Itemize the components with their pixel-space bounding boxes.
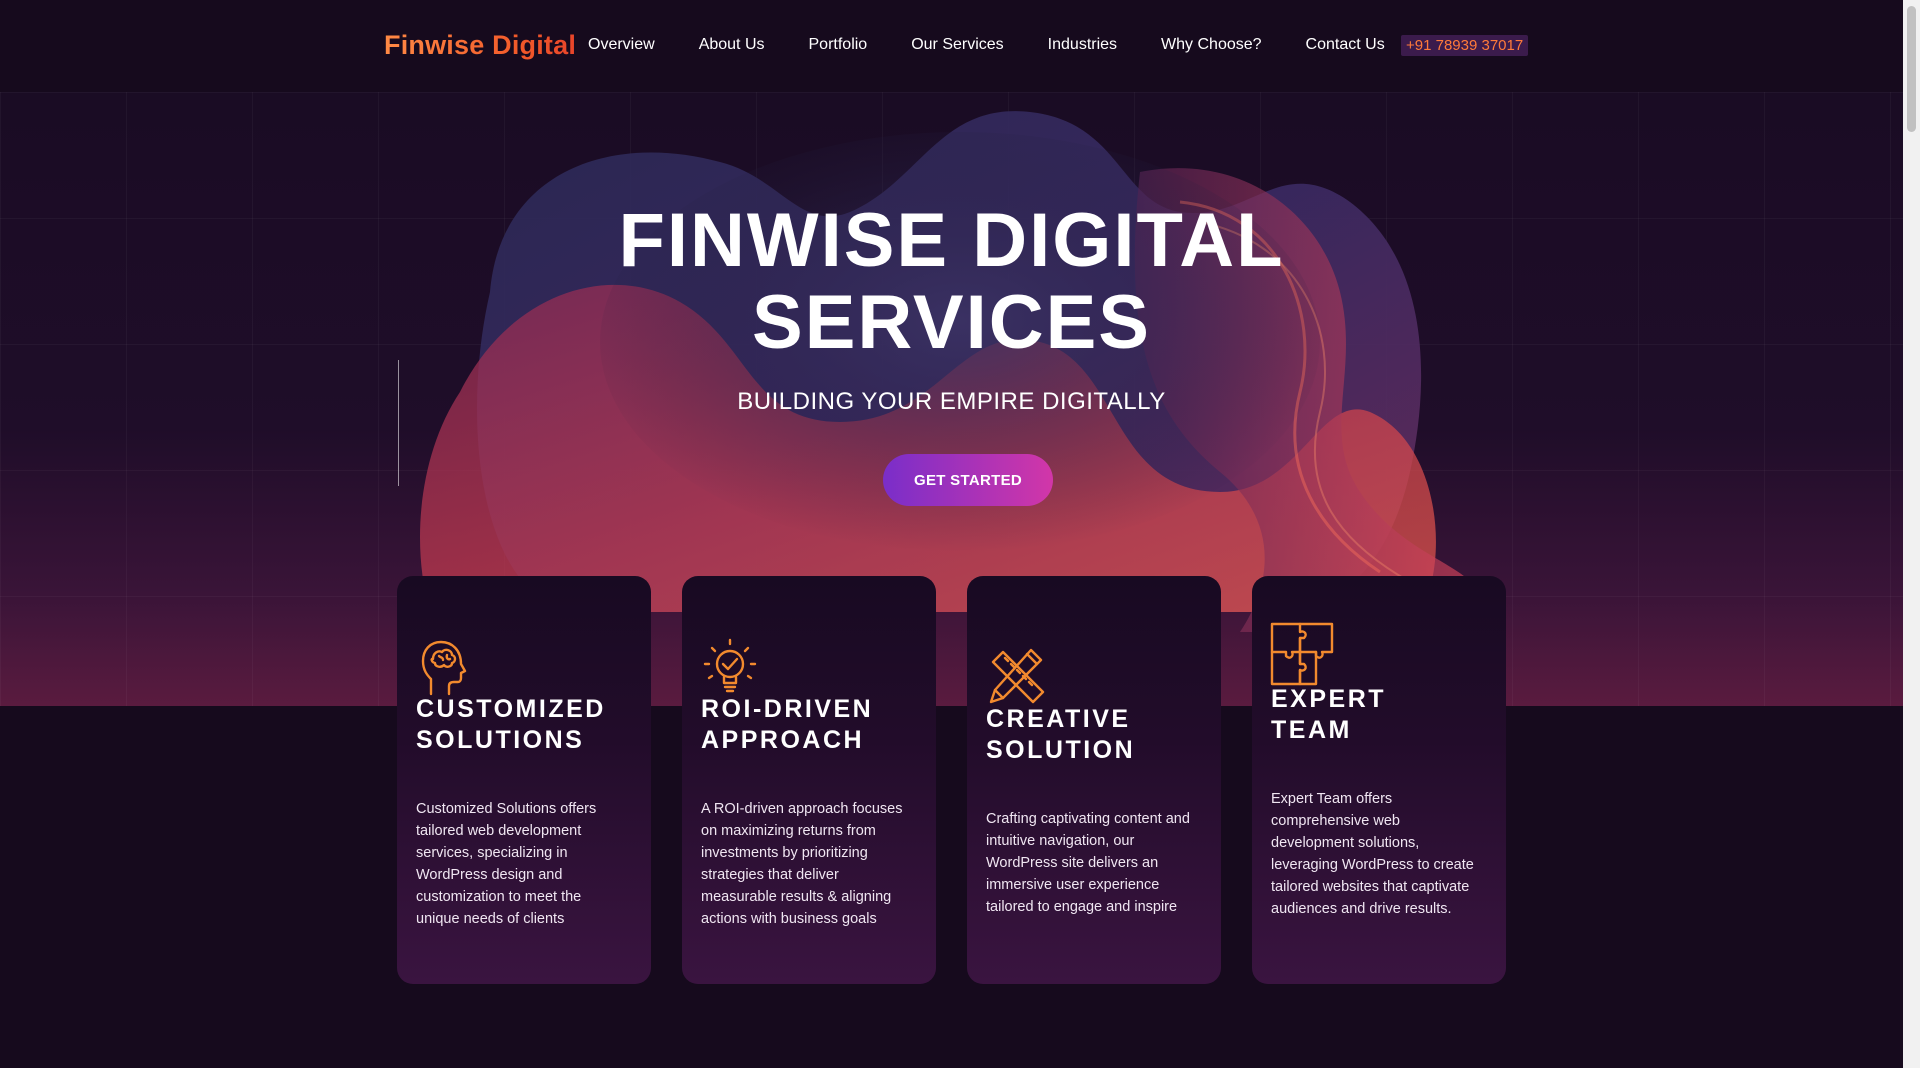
card-title: ROI-DRIVEN APPROACH <box>701 694 873 756</box>
pencil-ruler-icon <box>989 648 1045 704</box>
card-description: Customized Solutions offers tailored web… <box>416 801 597 927</box>
nav-menu: Overview About Us Portfolio Our Services… <box>588 36 1429 54</box>
feature-cards: CUSTOMIZED SOLUTIONS Customized Solution… <box>397 576 1507 984</box>
hero-title-line-1: FINWISE DIGITAL <box>618 198 1285 283</box>
phone-link[interactable]: +91 78939 37017 <box>1401 35 1529 56</box>
feature-card-customized-solutions: CUSTOMIZED SOLUTIONS Customized Solution… <box>397 576 651 984</box>
nav-item-our-services[interactable]: Our Services <box>911 36 1003 54</box>
card-description: A ROI-driven approach focuses on maximiz… <box>701 801 903 927</box>
hero-title-line-2: SERVICES <box>752 280 1151 365</box>
get-started-button[interactable]: GET STARTED <box>883 454 1053 506</box>
card-title-line-2: APPROACH <box>701 726 865 754</box>
nav-item-industries[interactable]: Industries <box>1048 36 1117 54</box>
card-title-line-2: TEAM <box>1271 716 1352 744</box>
brain-head-icon <box>421 640 467 696</box>
card-title-line-2: SOLUTION <box>986 736 1136 764</box>
card-title-line-2: SOLUTIONS <box>416 726 585 754</box>
lightbulb-check-icon <box>703 638 757 693</box>
nav-item-about-us[interactable]: About Us <box>699 36 765 54</box>
nav-item-contact-us[interactable]: Contact Us <box>1306 36 1385 54</box>
vertical-scrollbar[interactable] <box>1903 0 1920 1068</box>
card-title-line-1: CREATIVE <box>986 705 1131 733</box>
card-title-line-1: CUSTOMIZED <box>416 695 606 723</box>
card-title: EXPERT TEAM <box>1271 684 1386 746</box>
brand-logo[interactable]: Finwise Digital <box>384 30 576 61</box>
top-navigation: Finwise Digital Overview About Us Portfo… <box>0 0 1903 92</box>
hero-title: FINWISE DIGITAL SERVICES <box>0 200 1903 364</box>
card-title-line-1: ROI-DRIVEN <box>701 695 874 723</box>
hero-vertical-line <box>398 360 399 486</box>
page: Finwise Digital Overview About Us Portfo… <box>0 0 1903 1068</box>
feature-card-creative-solution: CREATIVE SOLUTION Crafting captivating c… <box>967 576 1221 984</box>
scrollbar-thumb[interactable] <box>1907 6 1916 132</box>
puzzle-icon <box>1270 622 1334 686</box>
nav-item-portfolio[interactable]: Portfolio <box>809 36 868 54</box>
nav-item-why-choose[interactable]: Why Choose? <box>1161 36 1262 54</box>
nav-item-overview[interactable]: Overview <box>588 36 655 54</box>
feature-card-roi-driven-approach: ROI-DRIVEN APPROACH A ROI-driven approac… <box>682 576 936 984</box>
card-title-line-1: EXPERT <box>1271 685 1387 713</box>
card-title: CUSTOMIZED SOLUTIONS <box>416 694 606 756</box>
hero-subtitle: BUILDING YOUR EMPIRE DIGITALLY <box>737 388 1166 415</box>
card-title: CREATIVE SOLUTION <box>986 704 1135 766</box>
card-description: Crafting captivating content and intuiti… <box>986 811 1190 915</box>
feature-card-expert-team: EXPERT TEAM Expert Team offers comprehen… <box>1252 576 1506 984</box>
card-description: Expert Team offers comprehensive web dev… <box>1271 791 1474 917</box>
